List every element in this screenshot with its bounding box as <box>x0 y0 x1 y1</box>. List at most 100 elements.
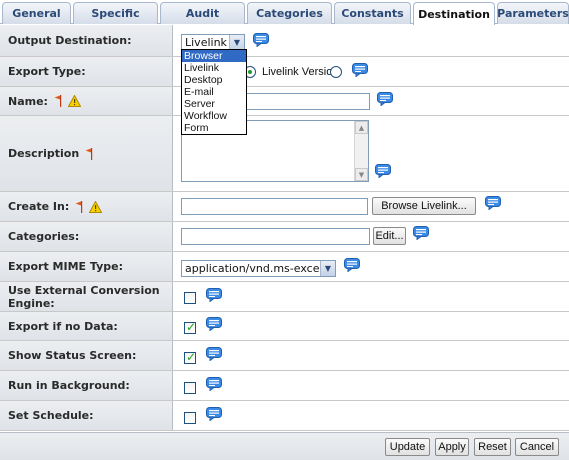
row-set-schedule: Set Schedule: <box>0 401 569 431</box>
required-flag-icon <box>75 201 83 213</box>
set-schedule-value-cell <box>174 401 569 430</box>
row-create-in: Create In: Browse Livelink... <box>0 192 569 222</box>
create-in-label: Create In: <box>0 192 173 221</box>
tab-destination[interactable]: Destination <box>413 2 495 25</box>
export-mime-value: application/vnd.ms-excel <box>185 262 323 275</box>
row-export-mime-type: Export MIME Type: application/vnd.ms-exc… <box>0 252 569 282</box>
categories-label-text: Categories: <box>8 230 80 243</box>
tab-bar: General Specific Audit Categories Consta… <box>0 0 569 25</box>
export-type-label: Export Type: <box>0 57 173 86</box>
row-description: Description ▲ ▼ <box>0 116 569 192</box>
help-bubble-icon[interactable] <box>253 33 269 47</box>
export-no-data-checkbox[interactable]: ✓ <box>184 320 197 334</box>
row-show-status-screen: Show Status Screen: ✓ <box>0 341 569 371</box>
description-scrollbar[interactable]: ▲ ▼ <box>354 121 368 181</box>
output-destination-label: Output Destination: <box>0 25 173 56</box>
checkmark-icon: ✓ <box>185 320 197 334</box>
tab-specific[interactable]: Specific <box>73 2 158 24</box>
required-flag-icon <box>54 95 62 107</box>
help-bubble-icon[interactable] <box>413 226 429 240</box>
categories-input[interactable] <box>181 228 370 245</box>
warning-icon <box>68 95 81 107</box>
use-external-label: Use External Conversion Engine: <box>0 282 173 311</box>
dropdown-option-email[interactable]: E-mail <box>182 86 246 98</box>
update-button[interactable]: Update <box>385 438 430 456</box>
apply-button[interactable]: Apply <box>435 438 469 456</box>
export-no-data-value-cell: ✓ <box>174 312 569 340</box>
help-bubble-icon[interactable] <box>206 317 222 331</box>
row-output-destination: Output Destination: Livelink ▼ <box>0 25 569 57</box>
row-categories: Categories: Edit... <box>0 222 569 252</box>
reset-button[interactable]: Reset <box>474 438 511 456</box>
dropdown-option-workflow[interactable]: Workflow <box>182 110 246 122</box>
export-mime-label: Export MIME Type: <box>0 252 173 281</box>
tab-categories[interactable]: Categories <box>247 2 332 24</box>
row-run-in-background: Run in Background: <box>0 371 569 401</box>
scroll-down-icon[interactable]: ▼ <box>355 168 368 181</box>
name-label-text: Name: <box>8 94 48 108</box>
export-no-data-label: Export if no Data: <box>0 312 173 340</box>
export-no-data-label-text: Export if no Data: <box>8 319 118 333</box>
use-external-checkbox[interactable] <box>184 292 196 304</box>
help-bubble-icon[interactable] <box>206 377 222 391</box>
output-destination-dropdown-list: Browser Livelink Desktop E-mail Server W… <box>181 49 247 135</box>
tab-general[interactable]: General <box>2 2 71 24</box>
export-mime-select[interactable]: application/vnd.ms-excel ▼ <box>181 260 336 277</box>
checkmark-icon: ✓ <box>185 350 197 364</box>
chevron-down-icon[interactable]: ▼ <box>229 35 244 50</box>
output-destination-label-text: Output Destination: <box>8 34 132 47</box>
run-background-checkbox[interactable] <box>184 382 196 394</box>
row-name: Name: <box>0 87 569 116</box>
tab-constants[interactable]: Constants <box>334 2 411 24</box>
help-bubble-icon[interactable] <box>206 407 222 421</box>
export-type-label-text: Export Type: <box>8 65 86 78</box>
warning-icon <box>89 201 102 213</box>
help-bubble-icon[interactable] <box>352 63 368 77</box>
set-schedule-label-text: Set Schedule: <box>8 409 94 422</box>
description-label-text: Description <box>8 147 80 160</box>
row-use-external-conversion: Use External Conversion Engine: <box>0 282 569 312</box>
dropdown-option-livelink[interactable]: Livelink <box>182 62 246 74</box>
help-bubble-icon[interactable] <box>344 258 360 272</box>
name-label: Name: <box>0 87 173 115</box>
cancel-button[interactable]: Cancel <box>515 438 559 456</box>
use-external-value-cell <box>174 282 569 311</box>
description-label: Description <box>0 116 173 191</box>
use-external-label-text: Use External Conversion Engine: <box>8 283 160 310</box>
tab-audit[interactable]: Audit <box>160 2 245 24</box>
dropdown-option-desktop[interactable]: Desktop <box>182 74 246 86</box>
show-status-checkbox[interactable]: ✓ <box>184 350 197 364</box>
chevron-down-icon[interactable]: ▼ <box>320 261 335 276</box>
show-status-label-text: Show Status Screen: <box>8 349 137 362</box>
show-status-label: Show Status Screen: <box>0 341 173 370</box>
create-in-input[interactable] <box>181 198 368 215</box>
set-schedule-checkbox[interactable] <box>184 412 196 424</box>
create-in-value-cell: Browse Livelink... <box>174 192 569 221</box>
help-bubble-icon[interactable] <box>485 196 501 210</box>
row-export-type: Export Type: Livelink Version <box>0 57 569 87</box>
set-schedule-label: Set Schedule: <box>0 401 173 430</box>
export-mime-label-text: Export MIME Type: <box>8 260 123 273</box>
dropdown-option-server[interactable]: Server <box>182 98 246 110</box>
help-bubble-icon[interactable] <box>375 164 391 178</box>
export-type-radio-livelink-version[interactable] <box>330 66 342 78</box>
tab-parameters[interactable]: Parameters <box>497 2 569 24</box>
show-status-value-cell: ✓ <box>174 341 569 370</box>
browse-livelink-button[interactable]: Browse Livelink... <box>372 197 476 215</box>
export-type-option-label: Livelink Version <box>262 66 339 78</box>
scroll-up-icon[interactable]: ▲ <box>355 121 368 134</box>
required-flag-icon <box>85 148 93 160</box>
dropdown-option-form[interactable]: Form <box>182 122 246 134</box>
help-bubble-icon[interactable] <box>206 347 222 361</box>
run-background-value-cell <box>174 371 569 400</box>
footer-bar: Update Apply Reset Cancel <box>0 432 569 460</box>
output-destination-value: Livelink <box>185 36 227 49</box>
dropdown-option-browser[interactable]: Browser <box>182 50 246 62</box>
run-background-label: Run in Background: <box>0 371 173 400</box>
help-bubble-icon[interactable] <box>377 92 393 106</box>
edit-categories-button[interactable]: Edit... <box>373 227 406 245</box>
help-bubble-icon[interactable] <box>206 288 222 302</box>
row-export-if-no-data: Export if no Data: ✓ <box>0 312 569 341</box>
create-in-label-text: Create In: <box>8 200 70 213</box>
export-mime-value-cell: application/vnd.ms-excel ▼ <box>174 252 569 281</box>
